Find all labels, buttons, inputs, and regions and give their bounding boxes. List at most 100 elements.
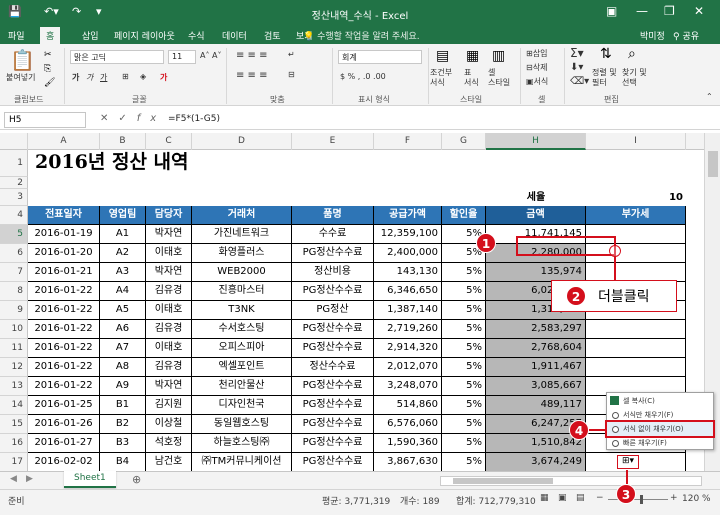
h-scroll-thumb[interactable] (453, 478, 553, 484)
table-format-button[interactable]: 표 서식 (464, 68, 479, 88)
table-cell[interactable]: 1,590,360 (374, 434, 442, 453)
table-cell[interactable]: 엑셀포인트 (192, 358, 292, 377)
table-cell[interactable]: 5% (442, 415, 486, 434)
find-select-icon[interactable]: ⌕ (628, 46, 636, 62)
table-cell[interactable]: 143,130 (374, 263, 442, 282)
column-header-e[interactable]: E (292, 133, 374, 150)
table-cell[interactable]: 3,248,070 (374, 377, 442, 396)
table-format-icon[interactable]: ▦ (466, 48, 479, 64)
table-cell[interactable]: 2016-01-22 (28, 358, 100, 377)
table-cell[interactable]: PG정산수수료 (292, 396, 374, 415)
new-sheet-icon[interactable]: ⊕ (132, 473, 141, 486)
tab-home[interactable]: 홈 (40, 27, 61, 44)
table-header-cell[interactable]: 거래처 (192, 206, 292, 225)
table-cell[interactable]: 2016-02-02 (28, 453, 100, 471)
table-cell[interactable]: 박자연 (146, 377, 192, 396)
menu-item-flash-fill[interactable]: 빠른 채우기(F) (607, 436, 713, 450)
paste-button[interactable]: 붙여넣기 (6, 72, 35, 83)
row-header-12[interactable]: 12 (0, 358, 28, 377)
table-cell[interactable]: 2016-01-25 (28, 396, 100, 415)
tell-me-box[interactable]: 💡 수행할 작업을 알려 주세요. (303, 29, 420, 42)
table-cell[interactable]: 5% (442, 263, 486, 282)
tab-formulas[interactable]: 수식 (188, 29, 205, 42)
cut-icon[interactable]: ✂ (44, 50, 52, 60)
conditional-format-icon[interactable]: ▤ (436, 48, 449, 64)
zoom-in-icon[interactable]: + (670, 493, 678, 503)
auto-fill-options-button[interactable]: ⊞▾ (617, 455, 639, 469)
accounting-format-icon[interactable]: $ % , .0 .00 (340, 72, 386, 81)
table-cell[interactable]: 2016-01-26 (28, 415, 100, 434)
table-cell[interactable]: A3 (100, 263, 146, 282)
share-button[interactable]: ⚲ 공유 (673, 29, 699, 42)
tab-insert[interactable]: 삽입 (82, 29, 99, 42)
table-cell[interactable]: 김유경 (146, 282, 192, 301)
table-cell[interactable]: A2 (100, 244, 146, 263)
delete-cells-button[interactable]: ⊟삭제 (526, 62, 547, 73)
tax-label[interactable]: 세율 (486, 189, 586, 206)
horizontal-scrollbar[interactable] (440, 476, 702, 486)
table-cell[interactable]: PG정산수수료 (292, 320, 374, 339)
table-header-cell[interactable]: 공급가액 (374, 206, 442, 225)
scroll-thumb[interactable] (708, 151, 718, 177)
table-cell[interactable]: A5 (100, 301, 146, 320)
table-cell[interactable]: 5% (442, 339, 486, 358)
table-cell[interactable]: 정산수수료 (292, 358, 374, 377)
table-cell[interactable]: 2016-01-22 (28, 301, 100, 320)
page-layout-view-icon[interactable]: ▣ (558, 493, 567, 503)
user-name[interactable]: 박미정 (640, 29, 665, 42)
table-header-cell[interactable]: 할인율 (442, 206, 486, 225)
table-cell[interactable]: A4 (100, 282, 146, 301)
table-cell[interactable]: A1 (100, 225, 146, 244)
table-cell[interactable]: 2016-01-22 (28, 339, 100, 358)
table-cell[interactable]: 남건호 (146, 453, 192, 471)
column-header-a[interactable]: A (28, 133, 100, 150)
insert-function-icon[interactable]: fx (137, 113, 166, 124)
table-cell[interactable]: 2016-01-22 (28, 282, 100, 301)
italic-icon[interactable]: 가 (86, 72, 93, 83)
table-cell[interactable]: 2016-01-20 (28, 244, 100, 263)
table-cell[interactable]: PG정산수수료 (292, 244, 374, 263)
table-cell[interactable]: 이상철 (146, 415, 192, 434)
table-cell[interactable]: 화영플러스 (192, 244, 292, 263)
collapse-ribbon-icon[interactable]: ⌃ (706, 92, 713, 101)
table-cell[interactable]: 6,576,060 (374, 415, 442, 434)
sort-filter-icon[interactable]: ⇅ (600, 46, 612, 62)
table-cell[interactable]: 5% (442, 396, 486, 415)
name-box[interactable]: H5 (4, 112, 86, 128)
cancel-icon[interactable]: ✕ (100, 113, 118, 124)
column-header-d[interactable]: D (192, 133, 292, 150)
next-sheet-icon[interactable]: ▶ (26, 474, 33, 484)
normal-view-icon[interactable]: ▦ (540, 493, 549, 503)
format-cells-button[interactable]: ▣서식 (526, 76, 548, 87)
zoom-level[interactable]: 120 % (682, 494, 711, 504)
table-cell[interactable]: B2 (100, 415, 146, 434)
copy-icon[interactable]: ⎘ (44, 64, 51, 74)
row-header-10[interactable]: 10 (0, 320, 28, 339)
table-cell[interactable]: 2,400,000 (374, 244, 442, 263)
table-cell[interactable]: PG정산수수료 (292, 282, 374, 301)
table-cell[interactable]: B1 (100, 396, 146, 415)
table-header-cell[interactable]: 품명 (292, 206, 374, 225)
find-select-button[interactable]: 찾기 및 선택 (622, 68, 647, 88)
row-header-1[interactable]: 1 (0, 150, 28, 177)
clear-icon[interactable]: ⌫▾ (570, 76, 589, 87)
table-cell[interactable]: 수서호스팅 (192, 320, 292, 339)
table-cell[interactable]: 12,359,100 (374, 225, 442, 244)
table-cell[interactable]: 5% (442, 358, 486, 377)
tax-value[interactable]: 10 (586, 189, 686, 206)
table-cell[interactable]: 5% (442, 377, 486, 396)
column-header-i[interactable]: I (586, 133, 686, 150)
autosum-icon[interactable]: Σ▾ (570, 46, 584, 60)
column-header-f[interactable]: F (374, 133, 442, 150)
select-all-button[interactable] (0, 133, 28, 150)
row-header-5[interactable]: 5 (0, 225, 28, 244)
number-format-combo[interactable]: 회계 (338, 50, 422, 64)
menu-item-fill-formatting-only[interactable]: 서식만 채우기(F) (607, 408, 713, 422)
table-cell[interactable]: B3 (100, 434, 146, 453)
table-cell[interactable]: 김유경 (146, 320, 192, 339)
table-cell[interactable]: 김유경 (146, 358, 192, 377)
merge-center-icon[interactable]: ⊟ (288, 70, 295, 79)
ribbon-display-options-icon[interactable]: ▣ (606, 4, 617, 18)
table-cell[interactable]: 5% (442, 434, 486, 453)
conditional-format-button[interactable]: 조건부 서식 (430, 68, 452, 88)
